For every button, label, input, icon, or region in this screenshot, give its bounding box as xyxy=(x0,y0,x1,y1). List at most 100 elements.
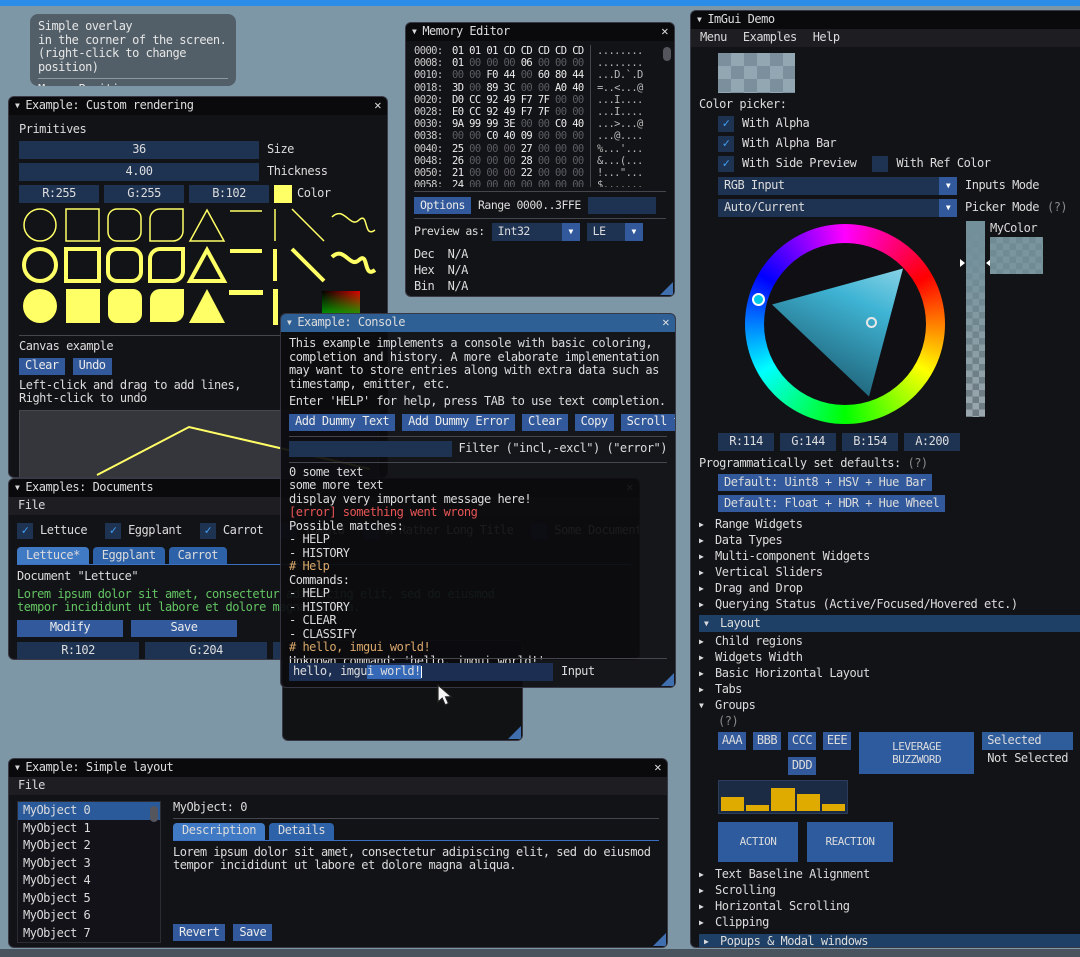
memory-row[interactable]: 0000:01 01 01 CD CD CD CD CD........ xyxy=(414,45,666,57)
red-drag[interactable]: R:255 xyxy=(19,185,99,203)
object-list[interactable]: MyObject 0MyObject 1MyObject 2MyObject 3… xyxy=(17,801,161,943)
collapse-icon[interactable]: ▼ xyxy=(15,761,19,775)
tree-node-basic-horizontal-layout[interactable]: ▶Basic Horizontal Layout xyxy=(699,666,1073,682)
memory-row[interactable]: 0038:00 00 C0 40 09 00 00 00...@.... xyxy=(414,130,666,142)
tree-node-range-widgets[interactable]: ▶Range Widgets xyxy=(699,517,1073,533)
histogram[interactable] xyxy=(718,780,848,814)
leverage-buzzword-button[interactable]: LEVERAGEBUZZWORD xyxy=(859,732,974,774)
memory-bytes[interactable]: 26 00 00 00 28 00 00 00 xyxy=(452,155,590,167)
list-item[interactable]: MyObject 3 xyxy=(18,855,160,873)
chevron-down-icon[interactable]: ▼ xyxy=(939,177,957,195)
console-titlebar[interactable]: ▼ Example: Console ✕ xyxy=(281,314,675,332)
default-uint8-button[interactable]: Default: Uint8 + HSV + Hue Bar xyxy=(718,474,932,491)
address-input[interactable] xyxy=(588,197,656,214)
clear-button[interactable]: Clear xyxy=(19,358,65,375)
scroll-to-bottom-button[interactable]: Scroll to bottom xyxy=(621,414,676,431)
memory-row[interactable]: 0028:E0 CC 92 49 F7 7F 00 00...I.... xyxy=(414,106,666,118)
list-item[interactable]: MyObject 5 xyxy=(18,890,160,908)
memory-row[interactable]: 0058:24 00 00 00 00 00 00 00$....... xyxy=(414,179,666,187)
help-marker[interactable]: (?) xyxy=(1047,201,1067,215)
tree-node-vertical-sliders[interactable]: ▶Vertical Sliders xyxy=(699,565,1073,581)
tree-node-tabs[interactable]: ▶Tabs xyxy=(699,682,1073,698)
tab-lettuce-[interactable]: Lettuce* xyxy=(17,547,89,564)
document-checkbox[interactable]: ✓ xyxy=(105,523,121,539)
add-dummy-error-button[interactable]: Add Dummy Error xyxy=(402,414,515,431)
memory-bytes[interactable]: 21 00 00 00 22 00 00 00 xyxy=(452,167,590,179)
action-button[interactable]: ACTION xyxy=(718,822,798,862)
ddd-button[interactable]: DDD xyxy=(788,757,816,775)
collapse-icon[interactable]: ▼ xyxy=(15,481,19,495)
resize-grip[interactable] xyxy=(653,933,666,946)
custom-rendering-titlebar[interactable]: ▼ Example: Custom rendering ✕ xyxy=(9,97,387,115)
menu-help[interactable]: Help xyxy=(813,31,840,45)
default-float-button[interactable]: Default: Float + HDR + Hue Wheel xyxy=(718,495,945,512)
memory-bytes[interactable]: D0 CC 92 49 F7 7F 00 00 xyxy=(452,94,590,106)
color-button-swatch[interactable] xyxy=(718,53,795,93)
tree-node-scrolling[interactable]: ▶Scrolling xyxy=(699,883,1073,899)
demo-checkbox[interactable] xyxy=(872,156,888,172)
memory-bytes[interactable]: 24 00 00 00 00 00 00 00 xyxy=(452,179,590,187)
green-drag[interactable]: G:255 xyxy=(104,185,184,203)
close-icon[interactable]: ✕ xyxy=(662,316,669,330)
chevron-down-icon[interactable]: ▼ xyxy=(562,223,580,241)
list-item[interactable]: MyObject 4 xyxy=(18,872,160,890)
tree-node-child-regions[interactable]: ▶Child regions xyxy=(699,634,1073,650)
tab-eggplant[interactable]: Eggplant xyxy=(93,547,165,564)
demo-checkbox[interactable]: ✓ xyxy=(718,116,734,132)
close-icon[interactable]: ✕ xyxy=(654,761,661,775)
chevron-down-icon[interactable]: ▼ xyxy=(939,199,957,217)
collapse-icon[interactable]: ▼ xyxy=(412,25,416,39)
blue-drag[interactable]: B:102 xyxy=(189,185,269,203)
menu-menu[interactable]: Menu xyxy=(700,31,727,45)
document-checkbox[interactable]: ✓ xyxy=(200,523,216,539)
list-item[interactable]: MyObject 1 xyxy=(18,820,160,838)
size-slider[interactable]: 36 xyxy=(19,141,259,159)
reaction-button[interactable]: REACTION xyxy=(807,822,893,862)
collapse-icon[interactable]: ▼ xyxy=(697,13,701,27)
save-button[interactable]: Save xyxy=(131,620,237,637)
hue-marker[interactable] xyxy=(752,293,765,306)
console-input[interactable]: hello, imgui world! xyxy=(289,663,553,681)
memory-row[interactable]: 0010:00 00 F0 44 00 60 80 44...D.`.D xyxy=(414,69,666,81)
green-drag[interactable]: G:144 xyxy=(780,433,836,451)
save-button[interactable]: Save xyxy=(233,924,272,941)
color-swatch[interactable] xyxy=(274,185,292,203)
memory-bytes[interactable]: 01 00 00 00 06 00 00 00 xyxy=(452,57,590,69)
close-icon[interactable]: ✕ xyxy=(374,99,381,113)
tree-node-clipping[interactable]: ▶Clipping xyxy=(699,915,1073,931)
ccc-button[interactable]: CCC xyxy=(788,732,816,750)
filter-input[interactable] xyxy=(289,441,452,457)
memory-row[interactable]: 0020:D0 CC 92 49 F7 7F 00 00...I.... xyxy=(414,94,666,106)
bbb-button[interactable]: BBB xyxy=(753,732,781,750)
aaa-button[interactable]: AAA xyxy=(718,732,746,750)
memory-row[interactable]: 0018:3D 00 89 3C 00 00 A0 40=..<...@ xyxy=(414,82,666,94)
memory-row[interactable]: 0008:01 00 00 00 06 00 00 00........ xyxy=(414,57,666,69)
memory-editor-titlebar[interactable]: ▼ Memory Editor ✕ xyxy=(406,23,674,41)
eee-button[interactable]: EEE xyxy=(823,732,851,750)
selectable-item[interactable]: Not Selected xyxy=(982,750,1073,768)
tree-node-text-baseline-alignment[interactable]: ▶Text Baseline Alignment xyxy=(699,867,1073,883)
console-log[interactable]: 0 some textsome more textdisplay very im… xyxy=(289,466,667,674)
menu-file[interactable]: File xyxy=(18,779,45,793)
close-icon[interactable]: ✕ xyxy=(661,25,668,39)
list-item[interactable]: MyObject 7 xyxy=(18,925,160,943)
memory-bytes[interactable]: 01 01 01 CD CD CD CD CD xyxy=(452,45,590,57)
doc-red-drag[interactable]: R:102 xyxy=(17,642,139,660)
memory-bytes[interactable]: 25 00 00 00 27 00 00 00 xyxy=(452,143,590,155)
tree-node-horizontal-scrolling[interactable]: ▶Horizontal Scrolling xyxy=(699,899,1073,915)
groups-help-marker[interactable]: (?) xyxy=(718,715,1073,729)
menu-file[interactable]: File xyxy=(18,499,45,513)
memory-bytes[interactable]: 00 00 F0 44 00 60 80 44 xyxy=(452,69,590,81)
inputs-mode-combo[interactable]: RGB Input ▼ xyxy=(718,177,957,195)
list-scrollbar[interactable] xyxy=(150,806,158,822)
picker-mode-combo[interactable]: Auto/Current ▼ xyxy=(718,199,957,217)
alpha-drag[interactable]: A:200 xyxy=(904,433,960,451)
thickness-slider[interactable]: 4.00 xyxy=(19,163,259,181)
endianness-combo[interactable]: LE ▼ xyxy=(587,223,643,241)
collapse-icon[interactable]: ▼ xyxy=(15,99,19,113)
memory-row[interactable]: 0030:9A 99 99 3E 00 00 C0 40...>...@ xyxy=(414,118,666,130)
list-item[interactable]: MyObject 2 xyxy=(18,837,160,855)
selectable-item[interactable]: Selected xyxy=(982,732,1073,750)
memory-bytes[interactable]: 00 00 C0 40 09 00 00 00 xyxy=(452,130,590,142)
tab-description[interactable]: Description xyxy=(173,823,265,840)
